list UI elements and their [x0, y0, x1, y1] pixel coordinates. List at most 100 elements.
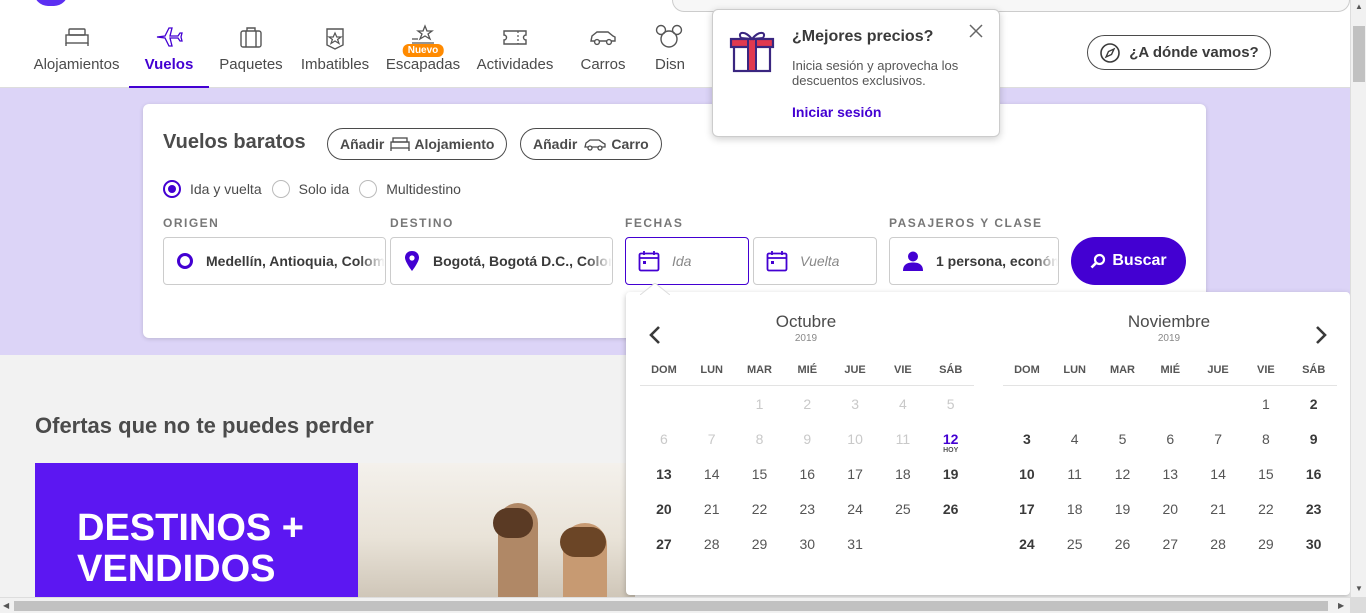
scroll-right-icon[interactable]: ▶: [1338, 601, 1344, 610]
day-cell[interactable]: 24: [831, 501, 879, 536]
day-cell[interactable]: 1: [1242, 396, 1290, 431]
day-cell[interactable]: 6: [1146, 431, 1194, 466]
trip-type-radio[interactable]: Ida y vuelta: [163, 180, 262, 198]
day-cell: 6: [640, 431, 688, 466]
trip-type-radio[interactable]: Multidestino: [359, 180, 461, 198]
day-cell[interactable]: 13: [640, 466, 688, 501]
month-year: 2019: [794, 333, 818, 344]
passengers-field[interactable]: 1 persona, económica: [889, 237, 1059, 285]
origin-field[interactable]: Medellín, Antioquia, Colombia: [163, 237, 386, 285]
nav-item-imbatibles[interactable]: Imbatibles: [293, 24, 377, 88]
day-number: 9: [803, 431, 812, 447]
day-cell[interactable]: 30: [1290, 536, 1338, 571]
day-cell[interactable]: 27: [640, 536, 688, 571]
day-cell[interactable]: 26: [1099, 536, 1147, 571]
day-today[interactable]: 12 HOY: [927, 431, 975, 466]
scroll-down-icon[interactable]: ▼: [1355, 584, 1363, 593]
day-cell[interactable]: 16: [783, 466, 831, 501]
search-button[interactable]: Buscar: [1071, 237, 1186, 285]
day-cell[interactable]: 2: [1290, 396, 1338, 431]
empty-day: [1146, 396, 1194, 431]
day-cell[interactable]: 16: [1290, 466, 1338, 501]
week-row: 13 14 15 16 17 18 19: [640, 466, 975, 501]
location-pin-icon: [405, 251, 419, 271]
day-cell[interactable]: 28: [1194, 536, 1242, 571]
close-icon[interactable]: [969, 24, 983, 38]
day-cell[interactable]: 30: [783, 536, 831, 571]
nav-item-escapadas[interactable]: Escapadas Nuevo: [377, 24, 469, 88]
day-cell[interactable]: 27: [1146, 536, 1194, 571]
day-cell[interactable]: 25: [1051, 536, 1099, 571]
nav-item-carros[interactable]: Carros: [561, 24, 645, 88]
day-cell[interactable]: 25: [879, 501, 927, 536]
day-cell[interactable]: 29: [1242, 536, 1290, 571]
day-number: 6: [660, 431, 668, 447]
day-number: 21: [703, 501, 720, 517]
day-cell[interactable]: 14: [688, 466, 736, 501]
day-cell[interactable]: 14: [1194, 466, 1242, 501]
horizontal-scrollbar[interactable]: ◀ ▶: [0, 597, 1350, 613]
day-cell[interactable]: 15: [1242, 466, 1290, 501]
vertical-scroll-thumb[interactable]: [1353, 26, 1365, 82]
day-cell[interactable]: 26: [927, 501, 975, 536]
day-cell[interactable]: 21: [1194, 501, 1242, 536]
bestsellers-banner[interactable]: DESTINOS + VENDIDOS: [35, 463, 635, 598]
day-cell[interactable]: 29: [736, 536, 784, 571]
depart-placeholder: Ida: [672, 253, 692, 269]
day-cell[interactable]: 21: [688, 501, 736, 536]
login-link[interactable]: Iniciar sesión: [792, 104, 881, 120]
return-date-field[interactable]: Vuelta: [753, 237, 877, 285]
day-number: 27: [1162, 536, 1179, 552]
day-cell[interactable]: 18: [879, 466, 927, 501]
day-cell[interactable]: 19: [1099, 501, 1147, 536]
day-cell[interactable]: 17: [1003, 501, 1051, 536]
day-cell[interactable]: 17: [831, 466, 879, 501]
day-cell[interactable]: 9: [1290, 431, 1338, 466]
weekday-label: SÁB: [1302, 364, 1326, 376]
day-number: 25: [895, 501, 911, 517]
day-cell[interactable]: 23: [1290, 501, 1338, 536]
nav-item-vuelos[interactable]: Vuelos: [129, 24, 209, 88]
day-cell[interactable]: 20: [1146, 501, 1194, 536]
where-to-button[interactable]: ¿A dónde vamos?: [1087, 35, 1271, 70]
day-number: 19: [1114, 501, 1131, 517]
nav-item-actividades[interactable]: Actividades: [469, 24, 561, 88]
day-cell[interactable]: 3: [1003, 431, 1051, 466]
day-cell[interactable]: 7: [1194, 431, 1242, 466]
scroll-left-icon[interactable]: ◀: [3, 601, 9, 610]
trip-type-radio[interactable]: Solo ida: [271, 180, 349, 198]
brand-logo[interactable]: [34, 0, 68, 6]
nav-item-alojamientos[interactable]: Alojamientos: [24, 24, 129, 88]
day-cell[interactable]: 23: [783, 501, 831, 536]
vertical-scrollbar[interactable]: ▲ ▼: [1350, 0, 1366, 597]
day-cell[interactable]: 5: [1099, 431, 1147, 466]
nav-item-paquetes[interactable]: Paquetes: [209, 24, 293, 88]
nav-item-disne[interactable]: Disne: [645, 24, 685, 88]
day-cell[interactable]: 22: [736, 501, 784, 536]
day-cell[interactable]: 22: [1242, 501, 1290, 536]
day-cell: 4: [879, 396, 927, 431]
day-cell[interactable]: 13: [1146, 466, 1194, 501]
scroll-up-icon[interactable]: ▲: [1355, 2, 1363, 11]
add-car-button[interactable]: Añadir Carro: [520, 128, 662, 160]
destination-field[interactable]: Bogotá, Bogotá D.C., Colombia: [390, 237, 613, 285]
depart-date-field[interactable]: Ida: [625, 237, 749, 285]
day-cell[interactable]: 19: [927, 466, 975, 501]
day-cell[interactable]: 11: [1051, 466, 1099, 501]
week-row: 24 25 26 27 28 29 30: [1003, 536, 1338, 571]
day-cell[interactable]: 20: [640, 501, 688, 536]
weekday-label: MAR: [746, 364, 773, 376]
day-cell[interactable]: 15: [736, 466, 784, 501]
day-cell[interactable]: 24: [1003, 536, 1051, 571]
week-row: 10 11 12 13 14 15 16: [1003, 466, 1338, 501]
day-cell[interactable]: 10: [1003, 466, 1051, 501]
day-cell[interactable]: 18: [1051, 501, 1099, 536]
add-lodging-button[interactable]: Añadir Alojamiento: [327, 128, 508, 160]
day-cell[interactable]: 8: [1242, 431, 1290, 466]
day-cell[interactable]: 31: [831, 536, 879, 571]
horizontal-scroll-thumb[interactable]: [14, 601, 1328, 611]
day-number: 26: [1114, 536, 1131, 552]
day-cell[interactable]: 28: [688, 536, 736, 571]
day-cell[interactable]: 12: [1099, 466, 1147, 501]
day-cell[interactable]: 4: [1051, 431, 1099, 466]
